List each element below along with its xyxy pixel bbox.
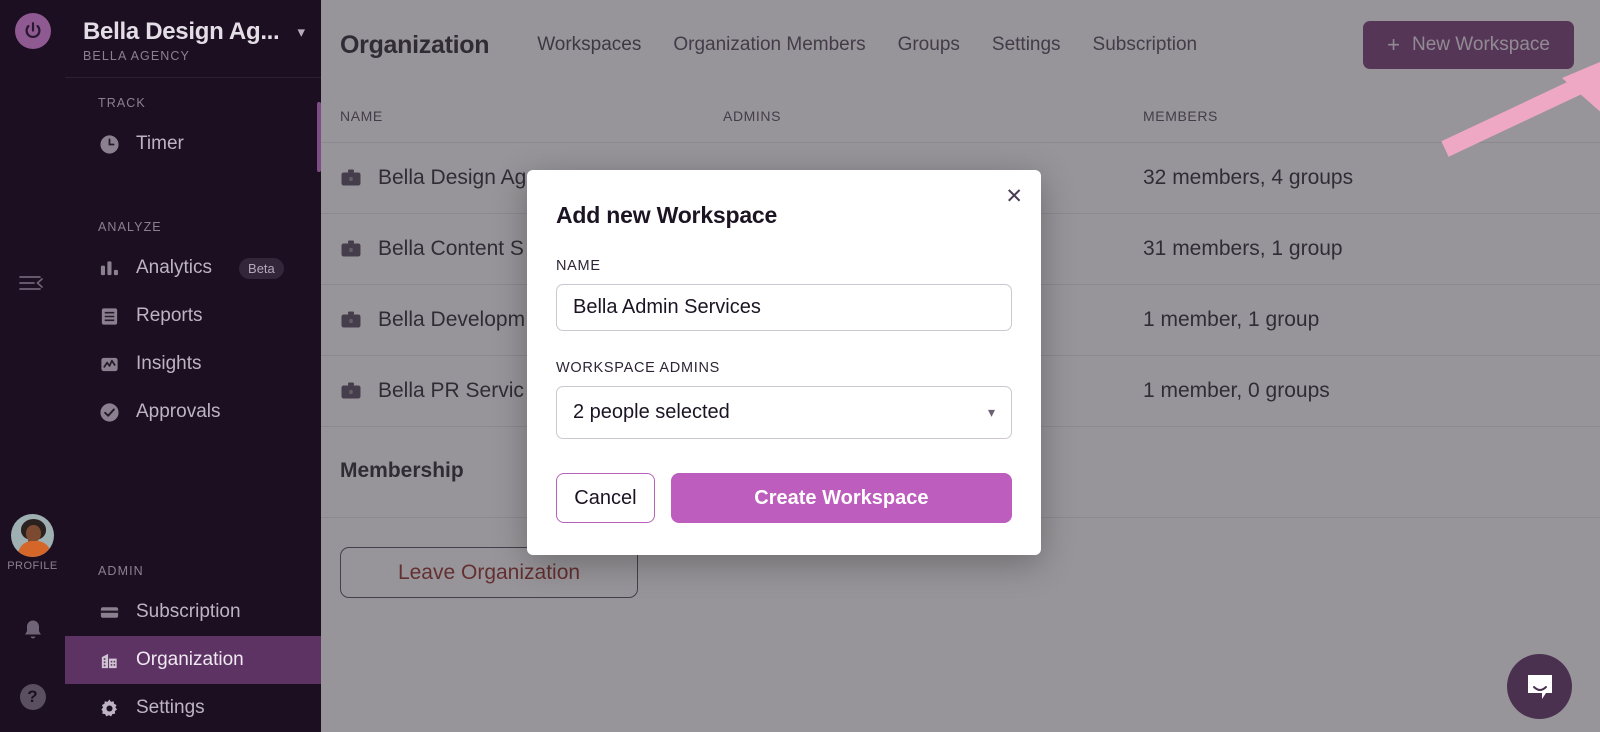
sidebar-item-label: Reports: [136, 305, 203, 326]
sidebar-item-settings[interactable]: Settings: [65, 684, 321, 732]
sidebar-item-insights[interactable]: Insights: [65, 340, 321, 388]
beta-badge: Beta: [239, 257, 284, 279]
credit-card-icon: [98, 601, 120, 623]
sidebar-item-label: Insights: [136, 353, 202, 374]
sidebar-item-label: Organization: [136, 649, 244, 670]
sidebar-item-label: Settings: [136, 697, 205, 718]
collapse-sidebar-icon[interactable]: [13, 268, 49, 296]
building-icon: [98, 649, 120, 671]
profile-block[interactable]: PROFILE: [0, 514, 65, 572]
clock-icon: [98, 133, 120, 155]
sidebar-item-reports[interactable]: Reports: [65, 292, 321, 340]
sidebar-item-label: Subscription: [136, 601, 241, 622]
section-label-analyze: ANALYZE: [98, 220, 162, 234]
check-circle-icon: [98, 401, 120, 423]
sidebar-nav: Bella Design Ag... ▾ BELLA AGENCY TRACK …: [65, 0, 321, 732]
org-name: Bella Design Ag...: [83, 18, 280, 45]
sidebar-item-analytics[interactable]: Analytics Beta: [65, 244, 321, 292]
app-root: PROFILE ? Bella Design Ag... ▾ BELLA AGE…: [0, 0, 1600, 732]
intercom-launcher[interactable]: [1507, 654, 1572, 719]
modal-actions: Cancel Create Workspace: [556, 473, 1012, 523]
close-icon[interactable]: ✕: [1005, 186, 1023, 207]
add-workspace-modal: ✕ Add new Workspace NAME WORKSPACE ADMIN…: [527, 170, 1041, 555]
bar-chart-icon: [98, 257, 120, 279]
org-subtitle: BELLA AGENCY: [83, 49, 190, 63]
org-switcher[interactable]: Bella Design Ag... ▾ BELLA AGENCY: [65, 0, 321, 78]
sidebar-rail: PROFILE ?: [0, 0, 65, 732]
insights-icon: [98, 353, 120, 375]
gear-icon: [98, 697, 120, 719]
avatar[interactable]: [11, 514, 54, 557]
profile-label: PROFILE: [7, 560, 58, 572]
sidebar-admin-section: ADMIN Subscription Organization Settings: [65, 564, 321, 732]
sidebar: PROFILE ? Bella Design Ag... ▾ BELLA AGE…: [0, 0, 321, 732]
workspace-name-input[interactable]: [556, 284, 1012, 331]
sidebar-item-timer[interactable]: Timer: [65, 120, 321, 168]
workspace-admins-value: 2 people selected: [573, 401, 730, 423]
admins-field-label: WORKSPACE ADMINS: [556, 360, 721, 376]
create-workspace-button[interactable]: Create Workspace: [670, 473, 1012, 523]
power-icon[interactable]: [14, 13, 51, 49]
notification-bell-icon[interactable]: [0, 618, 65, 644]
workspace-admins-select[interactable]: 2 people selected ▾: [556, 386, 1012, 439]
chat-bubble-icon: [1527, 674, 1552, 699]
sidebar-item-subscription[interactable]: Subscription: [65, 588, 321, 636]
name-field-label: NAME: [556, 258, 601, 274]
modal-title: Add new Workspace: [556, 202, 778, 228]
sidebar-item-label: Approvals: [136, 401, 221, 422]
chevron-down-icon[interactable]: ▾: [297, 25, 305, 40]
sidebar-item-approvals[interactable]: Approvals: [65, 388, 321, 436]
report-icon: [98, 305, 120, 327]
sidebar-item-organization[interactable]: Organization: [65, 636, 321, 684]
cancel-button[interactable]: Cancel: [556, 473, 655, 523]
sidebar-item-label: Timer: [136, 133, 184, 154]
help-question-icon[interactable]: ?: [0, 684, 65, 710]
section-label-track: TRACK: [98, 96, 146, 110]
sidebar-item-label: Analytics: [136, 257, 213, 278]
chevron-down-icon: ▾: [987, 404, 995, 420]
section-label-admin: ADMIN: [98, 564, 144, 578]
